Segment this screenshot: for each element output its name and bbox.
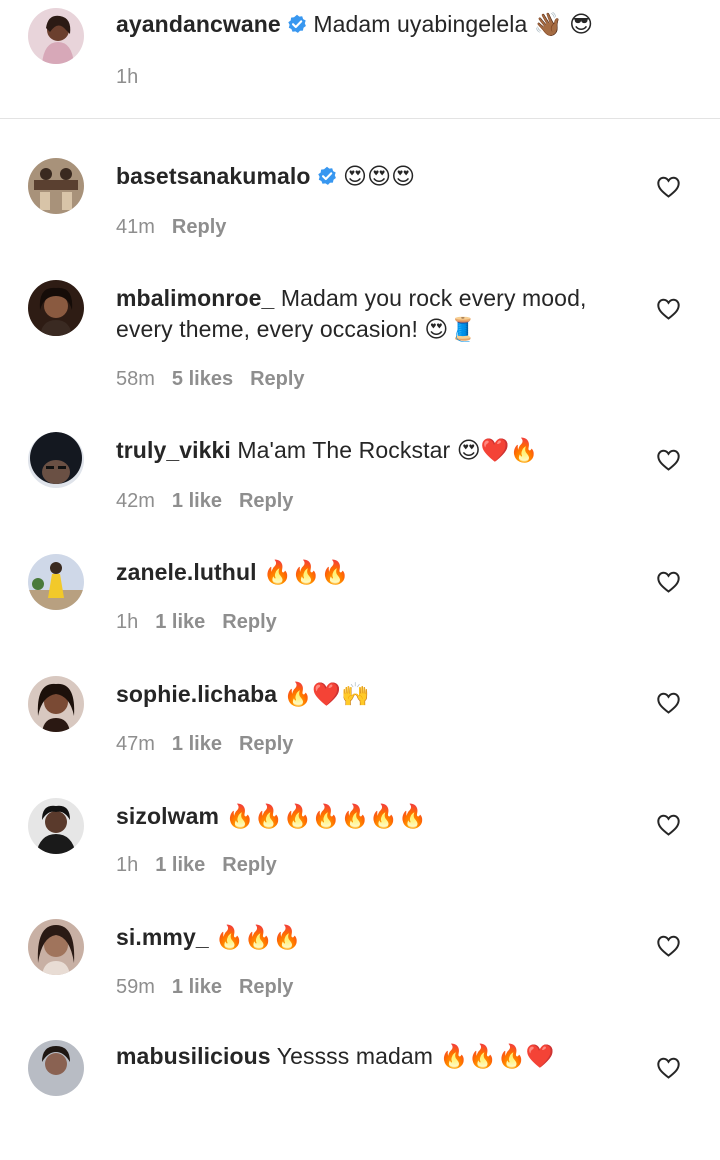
comment-username[interactable]: mbalimonroe_ [116,285,274,311]
comment-text: 🔥🔥🔥 [215,924,302,950]
comment-body: mbalimonroe_ Madam you rock every mood, … [116,283,636,345]
comment-text: 🔥🔥🔥 [263,559,350,585]
comment-time: 41m [116,216,155,238]
avatar[interactable] [28,1040,84,1096]
heart-outline-icon[interactable] [656,449,681,471]
reply-button[interactable]: Reply [239,976,293,998]
comment-username[interactable]: sizolwam [116,803,219,829]
avatar[interactable] [28,919,84,975]
comment: zanele.luthul 🔥🔥🔥 1h 1 like Reply [0,554,720,674]
comment-body: zanele.luthul 🔥🔥🔥 [116,557,636,588]
comment: mabusilicious Yessss madam 🔥🔥🔥❤️ [0,1040,720,1160]
comment-meta: 1h 1 like Reply [116,611,294,634]
comment-likes[interactable]: 5 likes [172,368,233,390]
comment-time: 58m [116,368,155,390]
comment-username[interactable]: zanele.luthul [116,559,257,585]
comment: basetsanakumalo 😍😍😍 41m Reply [0,158,720,278]
heart-outline-icon[interactable] [656,298,681,320]
comment: truly_vikki Ma'am The Rockstar 😍❤️🔥 42m 1… [0,432,720,552]
heart-outline-icon[interactable] [656,571,681,593]
caption: ayandancwane Madam uyabingelela 👋🏾 😎 1h [0,0,720,118]
comment: sophie.lichaba 🔥❤️🙌 47m 1 like Reply [0,676,720,796]
comment-body: basetsanakumalo 😍😍😍 [116,161,636,192]
comment-username[interactable]: si.mmy_ [116,924,209,950]
reply-button[interactable]: Reply [239,490,293,512]
comment-text: 🔥🔥🔥🔥🔥🔥🔥 [225,803,427,829]
verified-badge-icon [317,166,337,186]
caption-body: ayandancwane Madam uyabingelela 👋🏾 😎 [116,9,636,40]
comment-body: sizolwam 🔥🔥🔥🔥🔥🔥🔥 [116,801,636,832]
comment-text: 🔥❤️🙌 [283,681,370,707]
caption-username[interactable]: ayandancwane [116,11,281,37]
comment-meta: 58m 5 likes Reply [116,368,322,391]
comment-meta: 47m 1 like Reply [116,733,310,756]
heart-outline-icon[interactable] [656,814,681,836]
comment-body: truly_vikki Ma'am The Rockstar 😍❤️🔥 [116,435,636,466]
comment-time: 1h [116,611,139,633]
comment-body: sophie.lichaba 🔥❤️🙌 [116,679,636,710]
comment-likes[interactable]: 1 like [172,976,222,998]
avatar[interactable] [28,158,84,214]
comment-likes[interactable]: 1 like [172,490,222,512]
comment-likes[interactable]: 1 like [155,854,205,876]
reply-button[interactable]: Reply [250,368,304,390]
heart-outline-icon[interactable] [656,935,681,957]
comment-text: Yessss madam 🔥🔥🔥❤️ [276,1043,555,1069]
comment-time: 47m [116,733,155,755]
comment-likes[interactable]: 1 like [172,733,222,755]
reply-button[interactable]: Reply [222,611,276,633]
comment: si.mmy_ 🔥🔥🔥 59m 1 like Reply [0,919,720,1039]
heart-outline-icon[interactable] [656,1057,681,1079]
avatar[interactable] [28,676,84,732]
comment-meta: 59m 1 like Reply [116,976,310,999]
comment-text: 😍😍😍 [343,163,416,189]
comment-time: 1h [116,854,139,876]
comment-username[interactable]: mabusilicious [116,1043,271,1069]
comment-meta: 42m 1 like Reply [116,490,310,513]
comment: mbalimonroe_ Madam you rock every mood, … [0,280,720,400]
comment-username[interactable]: sophie.lichaba [116,681,277,707]
comment-meta: 41m Reply [116,216,243,239]
verified-badge-icon [287,14,307,34]
comment-likes[interactable]: 1 like [155,611,205,633]
comment-username[interactable]: truly_vikki [116,437,231,463]
avatar[interactable] [28,8,84,64]
comment-time: 42m [116,490,155,512]
reply-button[interactable]: Reply [222,854,276,876]
avatar[interactable] [28,798,84,854]
avatar[interactable] [28,554,84,610]
comment: sizolwam 🔥🔥🔥🔥🔥🔥🔥 1h 1 like Reply [0,798,720,918]
comment-username[interactable]: basetsanakumalo [116,163,311,189]
reply-button[interactable]: Reply [172,216,226,238]
caption-text: Madam uyabingelela 👋🏾 😎 [313,11,594,37]
comment-meta: 1h 1 like Reply [116,854,294,877]
caption-divider [0,118,720,119]
comment-body: si.mmy_ 🔥🔥🔥 [116,922,636,953]
avatar[interactable] [28,432,84,488]
comment-body: mabusilicious Yessss madam 🔥🔥🔥❤️ [116,1041,636,1072]
heart-outline-icon[interactable] [656,176,681,198]
comment-text: Ma'am The Rockstar 😍❤️🔥 [237,437,539,463]
reply-button[interactable]: Reply [239,733,293,755]
caption-time: 1h [116,66,139,88]
comment-time: 59m [116,976,155,998]
caption-meta: 1h [116,66,155,89]
avatar[interactable] [28,280,84,336]
heart-outline-icon[interactable] [656,692,681,714]
